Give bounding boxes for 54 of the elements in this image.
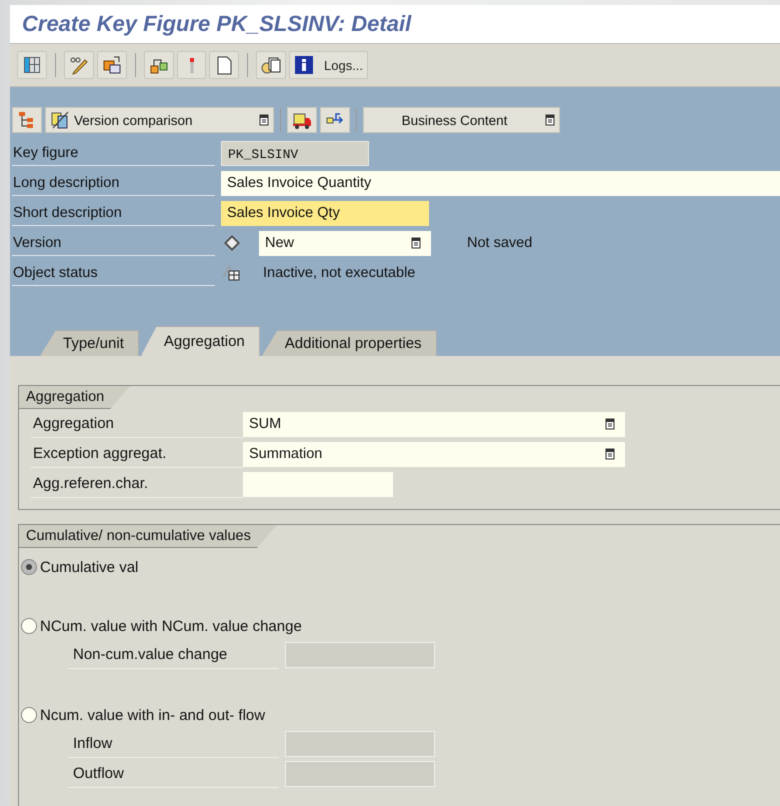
field-label: Inflow <box>68 730 279 758</box>
logs-button[interactable]: Logs... <box>289 51 368 79</box>
toolbar-button[interactable] <box>97 51 127 79</box>
dropdown-icon[interactable] <box>411 237 421 249</box>
radio-button[interactable] <box>21 559 37 575</box>
input-field[interactable]: Sales Invoice Qty <box>221 200 429 226</box>
radio-button[interactable] <box>21 707 37 723</box>
display-field: PK_SLSINV <box>221 140 369 166</box>
version-icon <box>223 234 241 252</box>
input-field[interactable] <box>243 472 393 496</box>
grid-icon <box>22 55 42 75</box>
pencil-icon <box>69 55 89 75</box>
group-title: Cumulative/ non-cumulative values <box>19 525 277 548</box>
group-title: Aggregation <box>19 386 130 409</box>
swap-icon <box>102 55 122 75</box>
input-field[interactable]: Sales Invoice Quantity <box>220 170 780 196</box>
toolbar-button[interactable] <box>12 107 42 133</box>
toolbar-button[interactable] <box>320 107 350 133</box>
info-icon <box>294 55 314 75</box>
field-label: Outflow <box>68 760 279 788</box>
menu-button[interactable]: Version comparison <box>45 107 274 133</box>
toolbar-button[interactable] <box>256 51 286 79</box>
status-text: Inactive, not executable <box>263 265 416 281</box>
radio-label: NCum. value with NCum. value change <box>40 618 302 634</box>
toolbar-button[interactable] <box>209 51 239 79</box>
caret-icon <box>545 114 555 126</box>
menu-button[interactable]: Business Content <box>363 107 560 133</box>
radio-label: Ncum. value with in- and out- flow <box>40 706 266 724</box>
field-label: Object status <box>12 260 215 286</box>
radio-label: Cumulative val <box>40 558 138 576</box>
window-title: Create Key Figure PK_SLSINV: Detail <box>22 11 412 37</box>
copy-icon <box>261 55 281 75</box>
toolbar-button[interactable] <box>144 51 174 79</box>
tab[interactable]: Type/unit <box>40 330 139 356</box>
toolbar-button[interactable] <box>64 51 94 79</box>
field-label: Non-cum.value change <box>68 642 279 668</box>
dropdown-field[interactable]: Summation <box>243 442 625 466</box>
wand-icon <box>190 58 194 72</box>
field-label: Version <box>12 230 215 256</box>
toolbar-button[interactable] <box>17 51 47 79</box>
dropdown-icon[interactable] <box>605 418 615 430</box>
dropdown-icon[interactable] <box>605 448 615 460</box>
field-label: Long description <box>12 170 215 196</box>
tab[interactable]: Additional properties <box>262 330 437 356</box>
tab[interactable]: Aggregation <box>140 326 260 356</box>
toolbar-button[interactable] <box>287 107 317 133</box>
caret-icon <box>259 114 269 126</box>
radio-button[interactable] <box>21 618 37 634</box>
compare-icon <box>50 110 70 130</box>
dropdown-field[interactable]: New <box>259 230 431 256</box>
field-label: Key figure <box>12 140 215 166</box>
status-text: Not saved <box>467 235 532 251</box>
field-label: Short description <box>12 200 215 226</box>
dropdown-field[interactable]: SUM <box>243 412 625 436</box>
